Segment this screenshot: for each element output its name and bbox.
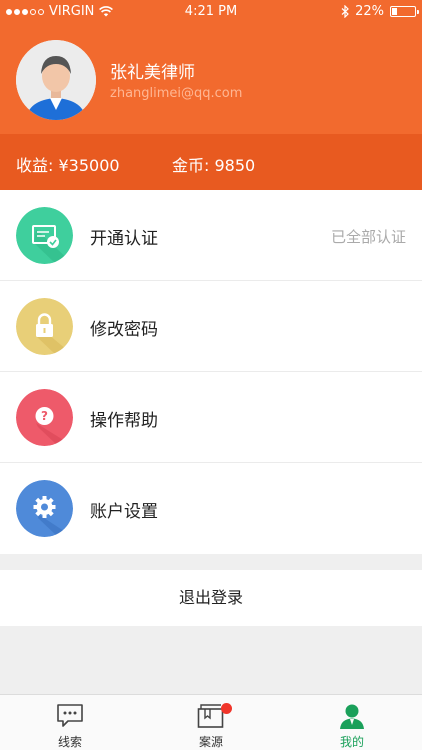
user-name: 张礼美律师 <box>110 63 195 83</box>
stats-bar: 收益: ¥35000 金币: 9850 <box>0 134 422 190</box>
new-cases-badge <box>221 703 232 714</box>
avatar-person-icon <box>16 40 96 120</box>
battery-percent: 22% <box>355 4 384 19</box>
menu-item-help[interactable]: ? 操作帮助 <box>0 372 422 463</box>
menu-label: 操作帮助 <box>90 411 158 431</box>
help-icon: ? <box>16 389 73 446</box>
tab-leads[interactable]: 线索 <box>0 695 140 750</box>
battery-icon <box>390 6 419 17</box>
tab-label: 案源 <box>198 735 223 749</box>
certification-status: 已全部认证 <box>330 228 406 246</box>
menu-item-account-settings[interactable]: 账户设置 <box>0 463 422 554</box>
status-bar: VIRGIN 4:21 PM 22% <box>0 0 422 24</box>
menu-item-change-password[interactable]: 修改密码 <box>0 281 422 372</box>
tab-cases[interactable]: 案源 <box>141 695 281 750</box>
user-email: zhanglimei@qq.com <box>110 86 243 101</box>
bluetooth-icon <box>341 5 349 18</box>
menu-label: 修改密码 <box>90 320 158 340</box>
chat-bubble-icon <box>57 704 83 727</box>
person-icon <box>340 704 364 729</box>
logout-button[interactable]: 退出登录 <box>0 570 422 626</box>
avatar[interactable] <box>16 40 96 120</box>
tab-label: 线索 <box>57 735 82 749</box>
lock-icon <box>16 298 73 355</box>
settings-menu: 开通认证 已全部认证 修改密码 ? 操作帮助 账户设置 <box>0 190 422 554</box>
coins-stat: 金币: 9850 <box>172 156 256 175</box>
battery-level-fill <box>392 8 397 15</box>
menu-label: 账户设置 <box>90 502 158 522</box>
certification-icon <box>16 207 73 264</box>
earnings-stat: 收益: ¥35000 <box>16 156 120 175</box>
tab-label: 我的 <box>339 735 364 749</box>
profile-header[interactable]: 张礼美律师 zhanglimei@qq.com <box>0 24 422 134</box>
svg-text:?: ? <box>41 409 48 423</box>
menu-item-certification[interactable]: 开通认证 已全部认证 <box>0 190 422 281</box>
tab-bar: 线索 案源 我的 <box>0 694 422 750</box>
gear-icon <box>16 480 73 537</box>
tab-mine[interactable]: 我的 <box>282 695 422 750</box>
menu-label: 开通认证 <box>90 229 158 249</box>
